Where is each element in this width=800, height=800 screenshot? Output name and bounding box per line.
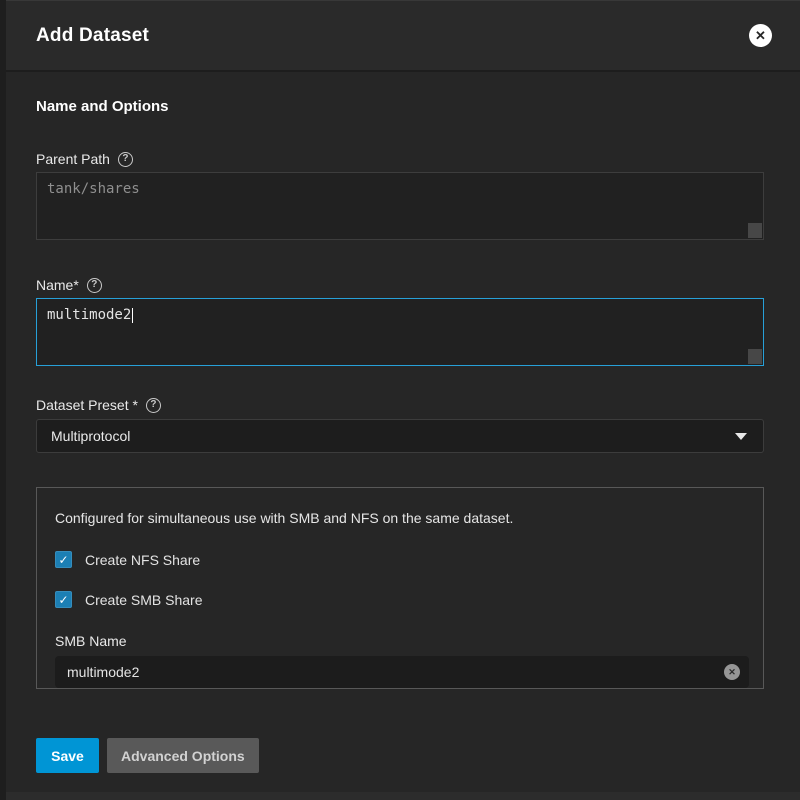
page-bottom-edge: [6, 792, 800, 800]
resize-handle[interactable]: [748, 223, 762, 238]
dataset-preset-value: Multiprotocol: [51, 428, 130, 444]
help-icon[interactable]: ?: [146, 398, 161, 413]
clear-input-icon[interactable]: ✕: [724, 664, 740, 680]
save-button[interactable]: Save: [36, 738, 99, 773]
parent-path-label: Parent Path: [36, 151, 110, 167]
dialog-actions: Save Advanced Options: [36, 738, 770, 773]
checkbox-checked-icon[interactable]: ✓: [55, 591, 72, 608]
name-textarea[interactable]: multimode2: [36, 298, 764, 366]
text-cursor: [132, 308, 133, 323]
name-label: Name*: [36, 277, 79, 293]
section-heading: Name and Options: [36, 98, 770, 115]
chevron-down-icon: [735, 433, 747, 440]
multiprotocol-options-box: Configured for simultaneous use with SMB…: [36, 487, 764, 689]
help-icon[interactable]: ?: [87, 278, 102, 293]
dataset-preset-label: Dataset Preset *: [36, 397, 138, 413]
dataset-preset-label-row: Dataset Preset * ?: [36, 397, 770, 413]
close-icon[interactable]: ✕: [749, 24, 772, 47]
add-dataset-dialog: Add Dataset ✕ Name and Options Parent Pa…: [6, 0, 800, 792]
dataset-preset-select[interactable]: Multiprotocol: [36, 419, 764, 453]
checkbox-checked-icon[interactable]: ✓: [55, 551, 72, 568]
dialog-header: Add Dataset ✕: [6, 1, 800, 72]
create-nfs-share-checkbox-row[interactable]: ✓ Create NFS Share: [55, 551, 745, 568]
multiprotocol-description: Configured for simultaneous use with SMB…: [55, 510, 745, 526]
dialog-title: Add Dataset: [36, 25, 149, 47]
create-smb-share-label: Create SMB Share: [85, 592, 203, 608]
parent-path-label-row: Parent Path ?: [36, 151, 770, 167]
name-value: multimode2: [47, 307, 131, 323]
smb-name-input[interactable]: multimode2 ✕: [55, 656, 749, 688]
help-icon[interactable]: ?: [118, 152, 133, 167]
create-nfs-share-label: Create NFS Share: [85, 552, 200, 568]
name-label-row: Name* ?: [36, 277, 770, 293]
page-background: Add Dataset ✕ Name and Options Parent Pa…: [0, 0, 800, 800]
smb-name-label: SMB Name: [55, 633, 745, 649]
create-smb-share-checkbox-row[interactable]: ✓ Create SMB Share: [55, 591, 745, 608]
parent-path-value: tank/shares: [47, 181, 140, 197]
parent-path-textarea[interactable]: tank/shares: [36, 172, 764, 240]
resize-handle[interactable]: [748, 349, 762, 364]
advanced-options-button[interactable]: Advanced Options: [107, 738, 259, 773]
smb-name-value: multimode2: [67, 664, 139, 680]
dialog-content: Name and Options Parent Path ? tank/shar…: [6, 72, 800, 792]
